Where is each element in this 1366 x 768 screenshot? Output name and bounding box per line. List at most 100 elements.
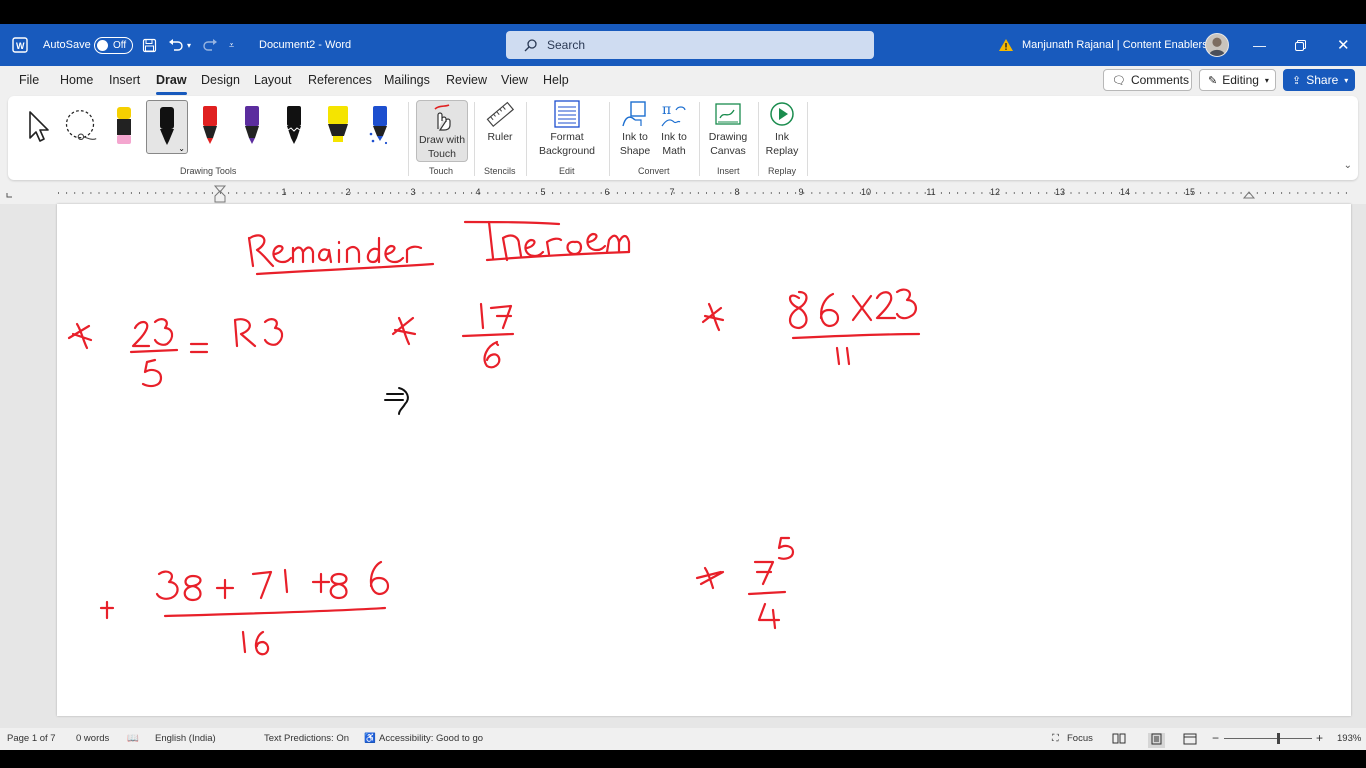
tab-file[interactable]: File	[19, 73, 39, 87]
ruler-tick	[1111, 192, 1112, 194]
pen-tool-black[interactable]: ⌄	[146, 100, 188, 154]
ink-to-math-button[interactable]: π Ink to Math	[656, 100, 692, 158]
comments-button[interactable]: 🗨 Comments	[1103, 69, 1192, 91]
ruler-tick	[317, 192, 319, 194]
black-marker-icon	[287, 106, 301, 144]
lasso-select-icon[interactable]	[62, 102, 98, 150]
zoom-slider-thumb[interactable]	[1277, 733, 1280, 744]
ruler-tick	[519, 192, 521, 194]
tab-layout[interactable]: Layout	[254, 73, 292, 87]
zoom-level[interactable]: 193%	[1337, 733, 1361, 744]
print-layout-icon[interactable]	[1148, 733, 1165, 748]
zoom-in-button[interactable]: +	[1316, 731, 1323, 745]
ruler-tick	[746, 192, 748, 194]
tab-draw[interactable]: Draw	[156, 73, 187, 95]
horizontal-ruler[interactable]: 1 2 3 4 5 6 7 8 9 10 11 12 13 14 15	[0, 184, 1366, 204]
undo-icon[interactable]	[168, 24, 184, 66]
page-count[interactable]: Page 1 of 7	[7, 733, 56, 744]
tab-references[interactable]: References	[308, 73, 372, 87]
word-window: W AutoSave Off ▾ ⩡ Document2 - Word Sear…	[0, 24, 1366, 750]
ruler-tick	[908, 192, 910, 194]
restore-icon[interactable]	[1295, 24, 1306, 66]
group-label-convert: Convert	[638, 166, 670, 176]
save-icon[interactable]	[142, 24, 157, 66]
zoom-slider-track[interactable]	[1224, 738, 1312, 739]
pen-tool-purple[interactable]	[234, 102, 270, 150]
focus-mode-button[interactable]: Focus	[1067, 733, 1093, 744]
ruler-number: 7	[669, 187, 675, 197]
select-arrow-icon[interactable]	[20, 102, 56, 150]
document-page[interactable]	[57, 204, 1351, 716]
ink-replay-button[interactable]: Ink Replay	[764, 100, 800, 158]
ruler-button[interactable]: Ruler	[482, 100, 518, 144]
ruler-tick	[422, 192, 424, 194]
ribbon-collapse-icon[interactable]: ⌄	[1344, 160, 1352, 171]
pen-tool-red[interactable]	[192, 102, 228, 150]
redo-icon[interactable]	[202, 24, 218, 66]
ruler-tick	[446, 192, 448, 194]
web-layout-icon[interactable]	[1183, 733, 1197, 748]
drawing-canvas-button[interactable]: Drawing Canvas	[705, 100, 751, 158]
ruler-tick	[657, 192, 659, 194]
tab-home[interactable]: Home	[60, 73, 93, 87]
ruler-number: 12	[989, 187, 1001, 197]
tab-view[interactable]: View	[501, 73, 528, 87]
ruler-number: 13	[1054, 187, 1066, 197]
tab-insert[interactable]: Insert	[109, 73, 140, 87]
tab-help[interactable]: Help	[543, 73, 569, 87]
format-background-button[interactable]: Format Background	[534, 100, 600, 158]
ruler-tick	[382, 192, 383, 194]
undo-dropdown-icon[interactable]: ▾	[187, 24, 191, 66]
ink-to-shape-button[interactable]: Ink to Shape	[615, 100, 655, 158]
highlighter-yellow[interactable]	[320, 102, 356, 150]
pen-tool-black-textured[interactable]	[276, 102, 312, 150]
ruler-tick	[616, 192, 618, 194]
ruler-tick	[1208, 192, 1210, 194]
ruler-tick	[527, 192, 529, 194]
ruler-number: 11	[926, 187, 936, 197]
ruler-tick	[876, 192, 878, 194]
share-button[interactable]: ⇪ Share ▾	[1283, 69, 1355, 91]
word-count[interactable]: 0 words	[76, 733, 109, 744]
search-box[interactable]: Search	[506, 31, 874, 59]
draw-with-touch-button[interactable]: Draw with Touch	[416, 100, 468, 162]
read-mode-icon[interactable]	[1112, 733, 1126, 747]
draw-ribbon: ⌄ Drawing Tools Draw with Touch Touch Ru…	[8, 96, 1358, 180]
language-indicator[interactable]: English (India)	[155, 733, 216, 744]
group-separator	[609, 102, 610, 176]
customize-toolbar-icon[interactable]: ⩡	[229, 24, 234, 66]
close-icon[interactable]: ✕	[1337, 24, 1350, 66]
ruler-tick	[325, 192, 327, 194]
proofing-icon[interactable]: 📖	[127, 733, 139, 744]
ruler-tick	[292, 192, 294, 194]
accessibility-status[interactable]: Accessibility: Good to go	[379, 733, 483, 744]
ruler-tick	[90, 192, 92, 194]
autosave-toggle[interactable]: Off	[94, 37, 133, 54]
ruler-tick	[1329, 192, 1331, 194]
ink-problem-17-over-6	[391, 302, 515, 369]
ruler-tick	[1313, 192, 1315, 194]
ruler-tick	[625, 192, 626, 194]
warning-icon[interactable]	[998, 24, 1014, 66]
ruler-tick	[1256, 192, 1258, 194]
ruler-tick	[74, 192, 76, 194]
minimize-icon[interactable]: —	[1253, 24, 1266, 66]
ruler-label: Ruler	[487, 131, 513, 143]
pen-tool-galaxy-blue[interactable]	[361, 102, 397, 150]
zoom-out-button[interactable]: −	[1212, 731, 1219, 745]
ruler-tick	[503, 192, 505, 194]
pen-tool-yellow-eraser[interactable]	[106, 102, 142, 150]
tab-mailings[interactable]: Mailings	[384, 73, 430, 87]
ruler-tick	[130, 192, 132, 194]
text-predictions-status[interactable]: Text Predictions: On	[264, 733, 349, 744]
tab-review[interactable]: Review	[446, 73, 487, 87]
purple-pen-icon	[245, 106, 259, 144]
ruler-tick	[82, 192, 84, 194]
ruler-tick	[155, 192, 157, 194]
tab-design[interactable]: Design	[201, 73, 240, 87]
chevron-down-icon[interactable]: ⌄	[178, 144, 185, 153]
group-separator	[699, 102, 700, 176]
avatar[interactable]	[1205, 33, 1229, 57]
editing-mode-button[interactable]: ✎ Editing ▾	[1199, 69, 1276, 91]
share-label: Share	[1306, 73, 1339, 87]
